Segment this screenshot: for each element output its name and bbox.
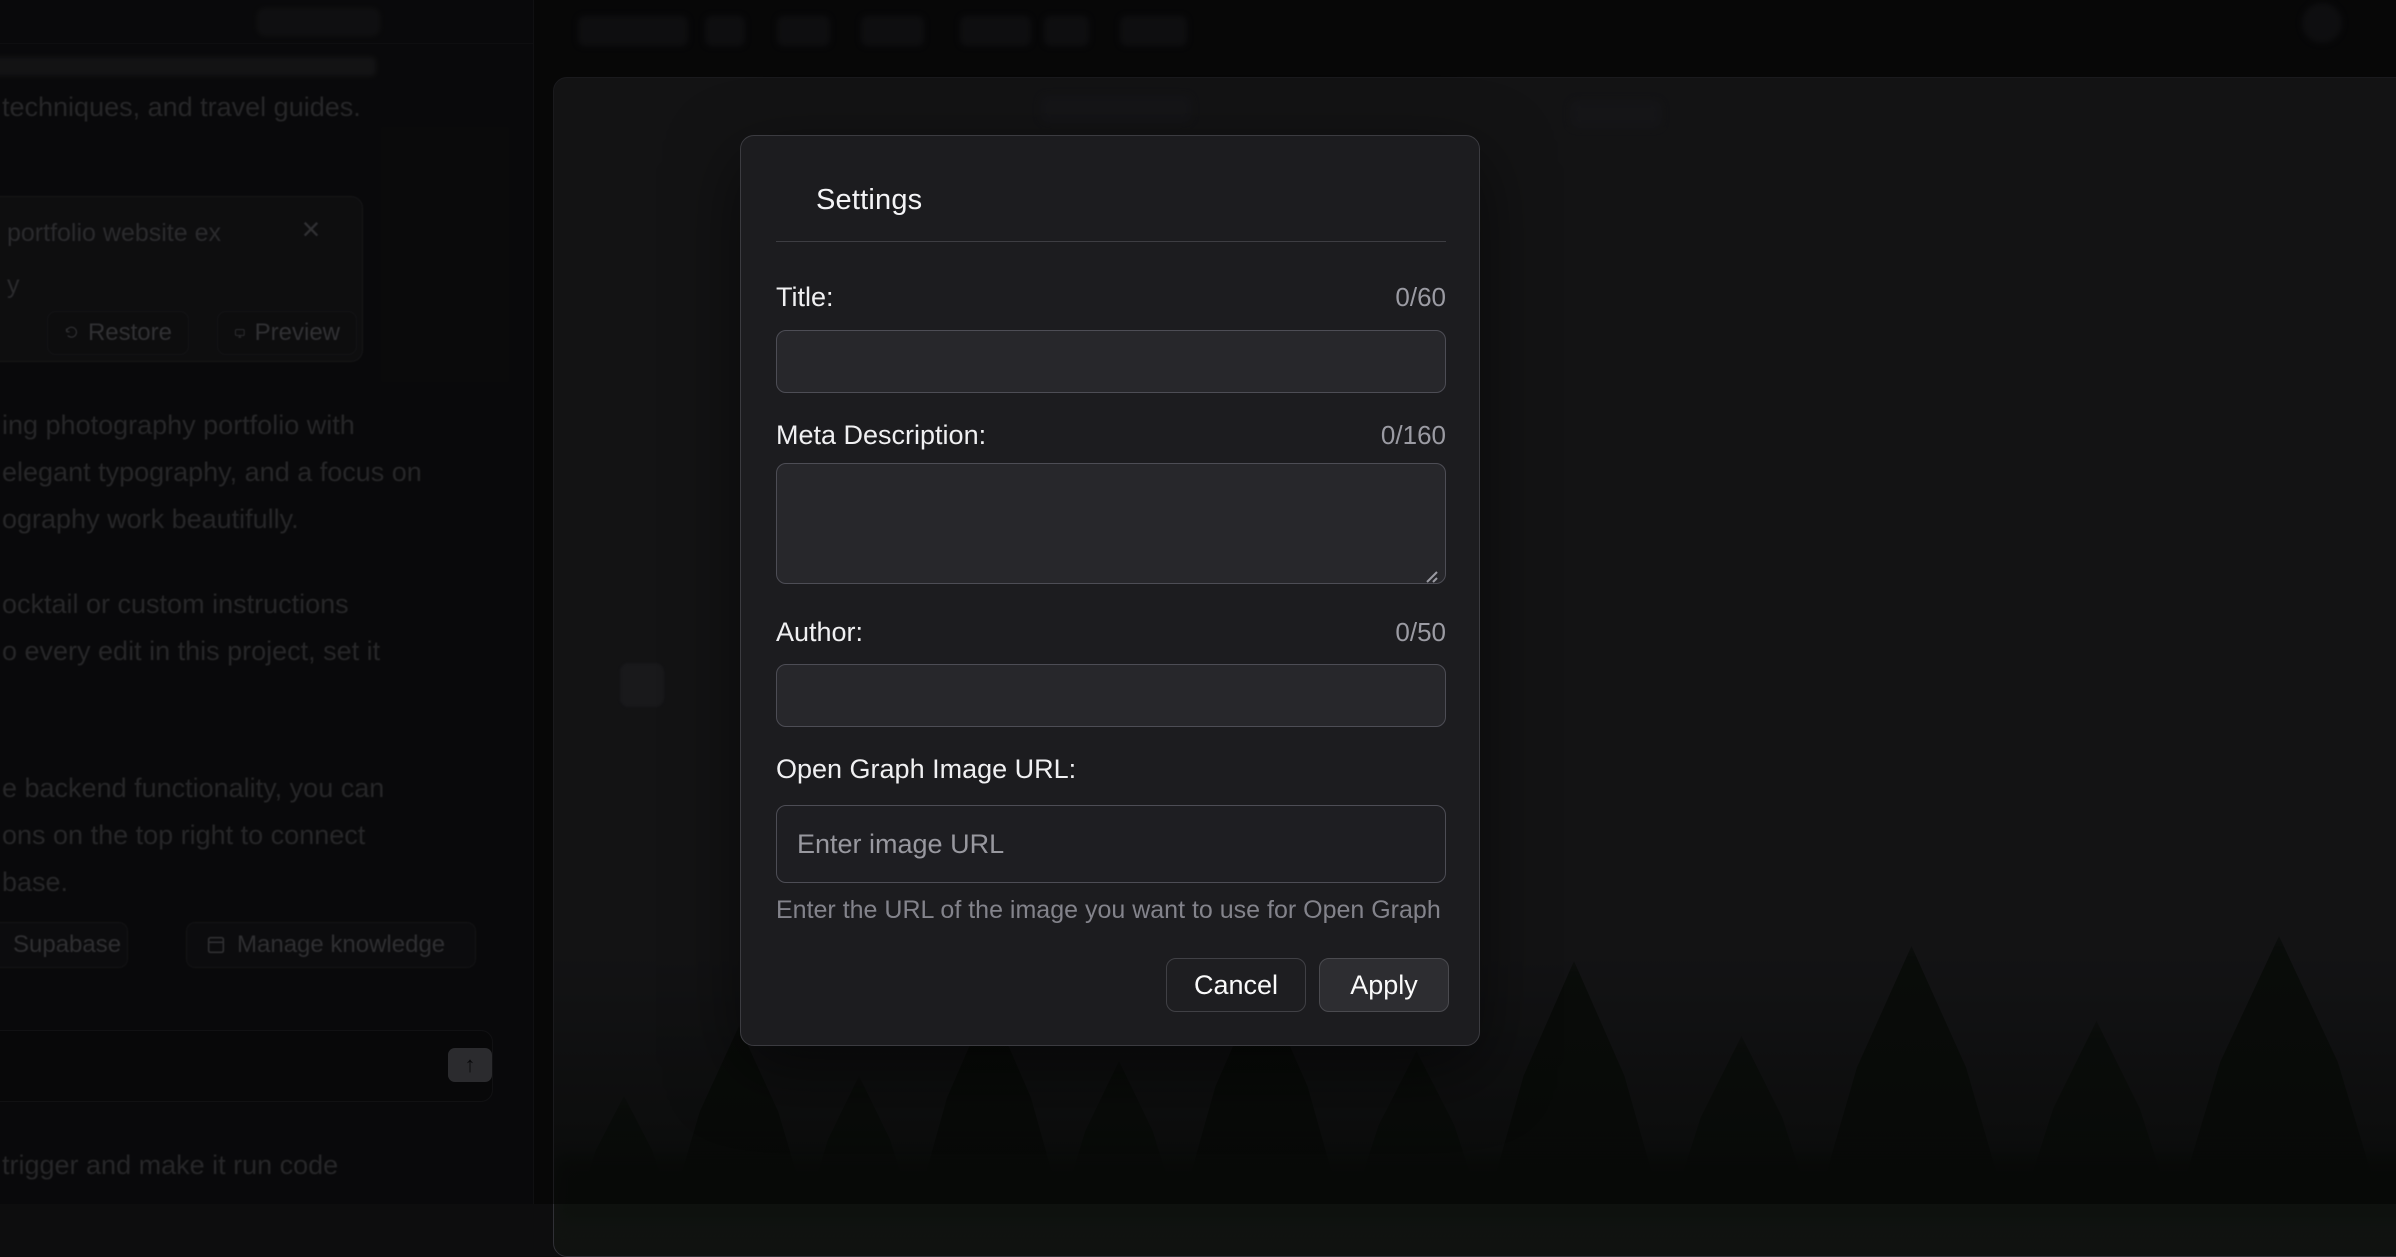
cancel-button[interactable]: Cancel [1166, 958, 1306, 1012]
modal-title: Settings [816, 184, 922, 217]
title-label: Title: [776, 282, 834, 313]
modal-divider [776, 241, 1446, 242]
meta-description-label: Meta Description: [776, 420, 986, 451]
meta-description-counter: 0/160 [1381, 420, 1446, 451]
author-counter: 0/50 [1395, 617, 1446, 648]
apply-button[interactable]: Apply [1319, 958, 1449, 1012]
meta-description-textarea[interactable] [776, 463, 1446, 584]
author-label: Author: [776, 617, 863, 648]
og-field-row: Open Graph Image URL: [776, 754, 1446, 785]
app-stage: techniques, and travel guides. portfolio… [0, 0, 2396, 1204]
og-image-url-label: Open Graph Image URL: [776, 754, 1076, 785]
og-image-url-input[interactable] [776, 805, 1446, 883]
title-input[interactable] [776, 330, 1446, 393]
title-counter: 0/60 [1395, 282, 1446, 313]
og-helper-text: Enter the URL of the image you want to u… [776, 896, 1446, 925]
author-input[interactable] [776, 664, 1446, 727]
title-field-row: Title: 0/60 [776, 282, 1446, 313]
settings-modal: Settings Title: 0/60 Meta Description: 0… [740, 135, 1480, 1046]
author-field-row: Author: 0/50 [776, 617, 1446, 648]
meta-field-row: Meta Description: 0/160 [776, 420, 1446, 451]
